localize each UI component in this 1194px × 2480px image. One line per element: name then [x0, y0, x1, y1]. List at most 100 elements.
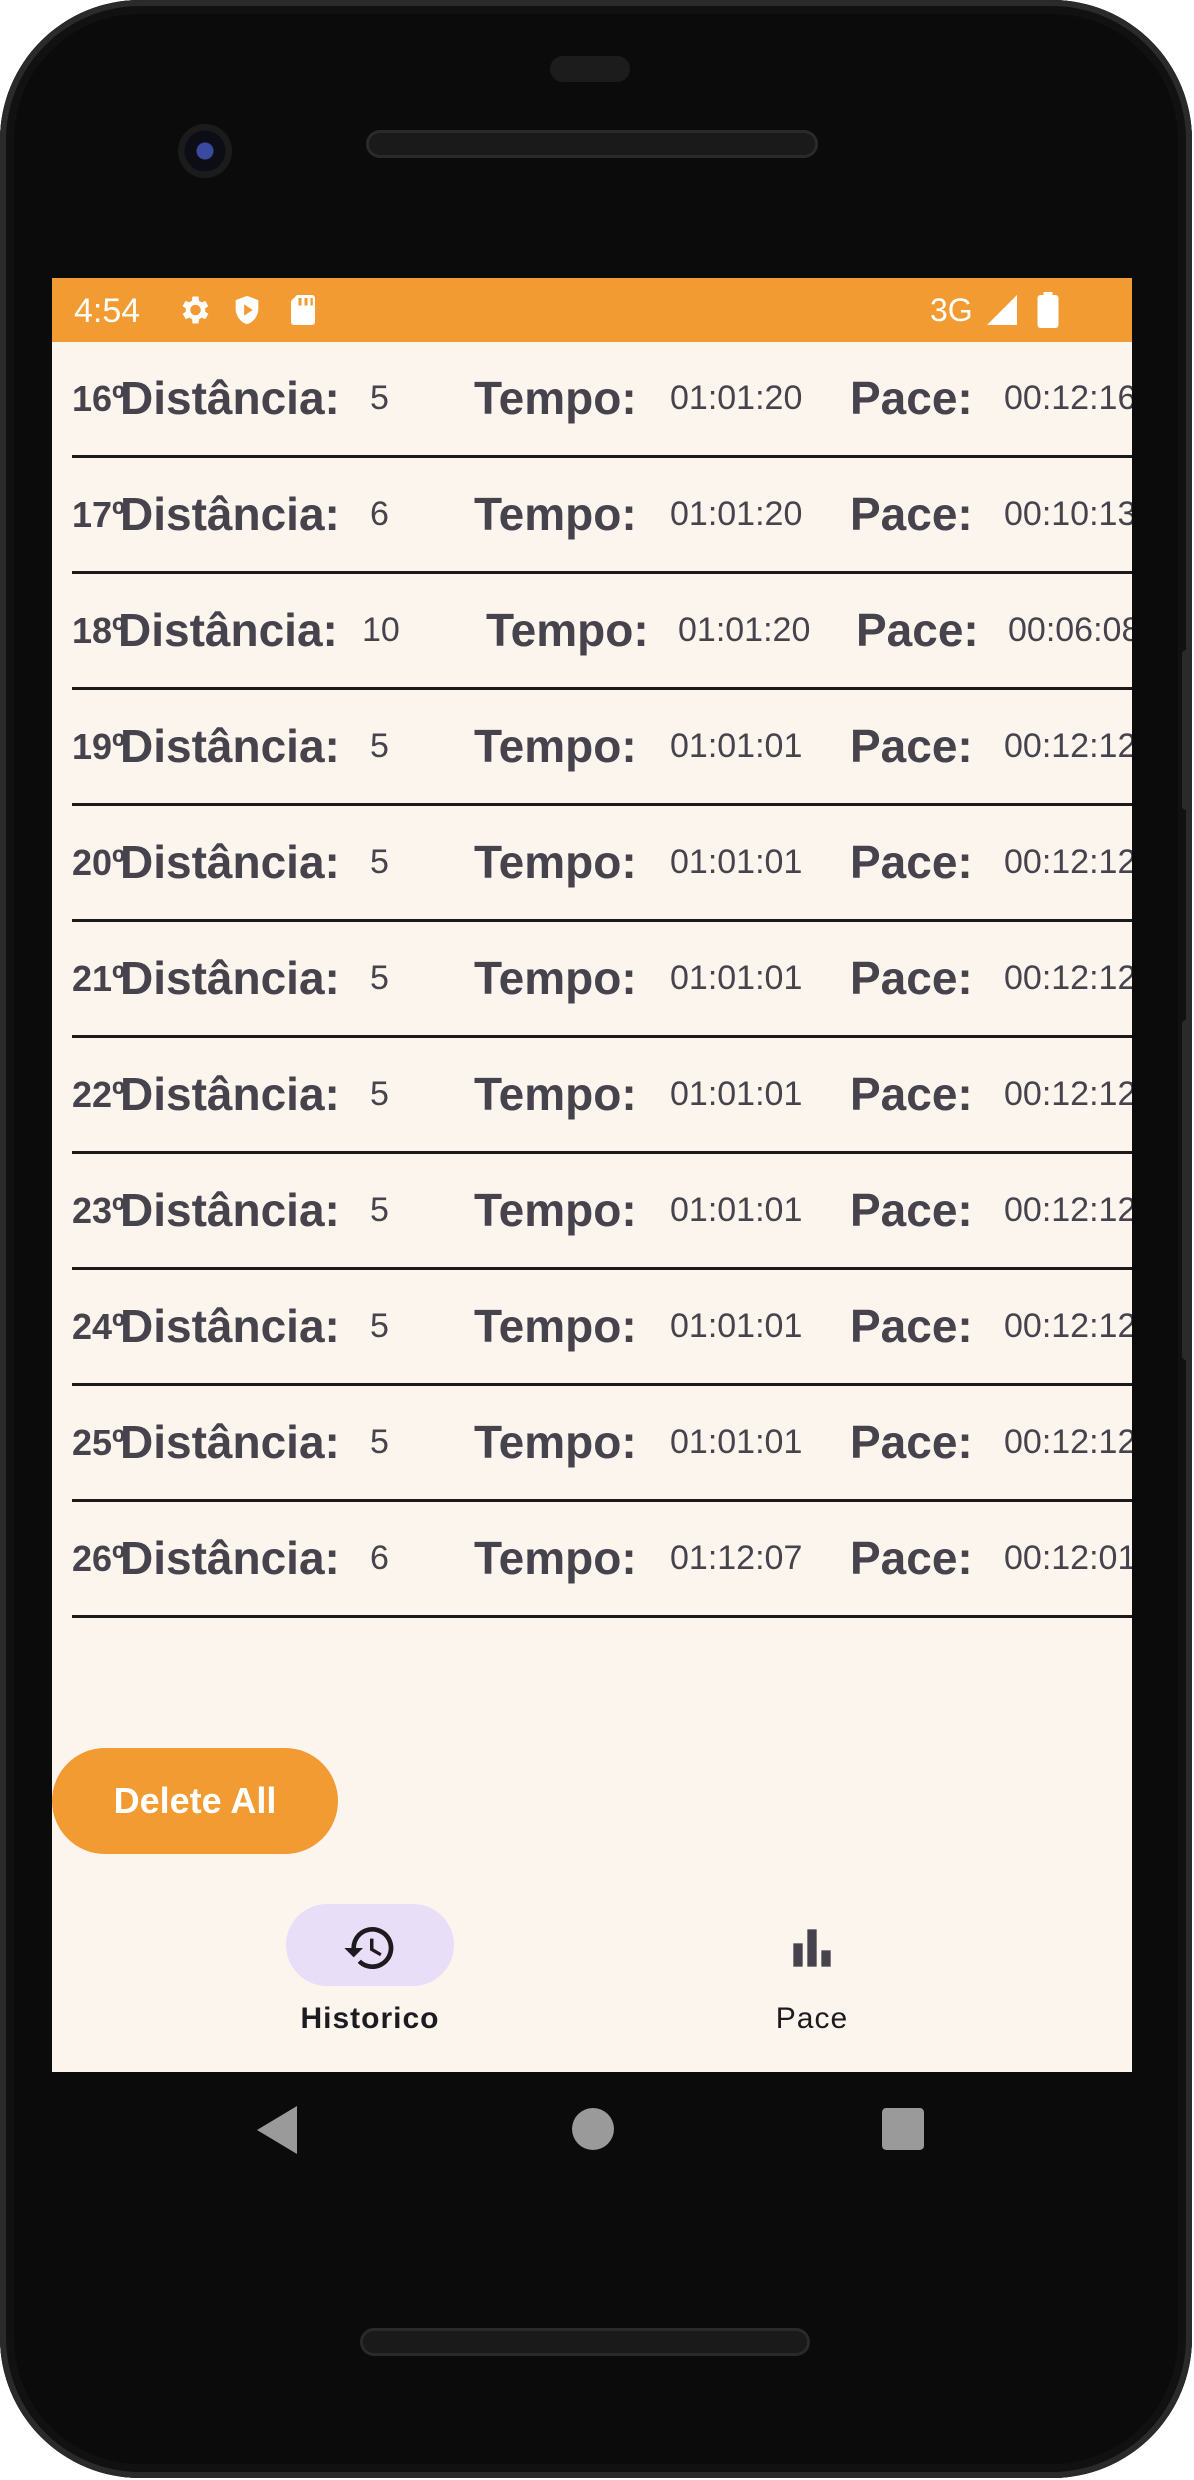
pace-value: 00:12:16	[1004, 379, 1132, 417]
distance-value: 6	[370, 1539, 389, 1577]
distance-label: Distância:	[120, 720, 340, 772]
entry-index: 20º	[72, 842, 126, 883]
list-item: 24º Distância: 5 Tempo: 01:01:01 Pace: 0…	[72, 1270, 1132, 1386]
time-value: 01:01:01	[670, 1307, 803, 1345]
time-value: 01:01:01	[670, 959, 803, 997]
entry-index: 17º	[72, 494, 126, 535]
pace-value: 00:12:12	[1004, 1307, 1132, 1345]
nav-label-historico: Historico	[300, 2002, 440, 2035]
distance-value: 5	[370, 959, 389, 997]
time-value: 01:01:20	[670, 495, 803, 533]
pace-value: 00:12:12	[1004, 1075, 1132, 1113]
time-value: 01:01:01	[670, 727, 803, 765]
nav-tab-historico[interactable]: Historico	[190, 1892, 550, 2042]
distance-label: Distância:	[120, 1416, 340, 1468]
time-label: Tempo:	[474, 952, 637, 1004]
delete-all-button[interactable]: Delete All	[52, 1748, 338, 1854]
time-label: Tempo:	[486, 604, 649, 656]
time-value: 01:01:01	[670, 1075, 803, 1113]
entry-index: 21º	[72, 958, 126, 999]
pace-label: Pace:	[850, 372, 973, 424]
bar-chart-icon	[793, 1929, 831, 1967]
distance-label: Distância:	[118, 604, 338, 656]
pace-label: Pace:	[850, 1416, 973, 1468]
app-screen: 4:54 3G 16º Distância: 5 Tempo: 01:01:20…	[52, 278, 1132, 2072]
time-value: 01:01:01	[670, 843, 803, 881]
distance-label: Distância:	[120, 1532, 340, 1584]
time-label: Tempo:	[474, 720, 637, 772]
list-item: 22º Distância: 5 Tempo: 01:01:01 Pace: 0…	[72, 1038, 1132, 1154]
pace-value: 00:12:12	[1004, 727, 1132, 765]
time-value: 01:01:01	[670, 1423, 803, 1461]
distance-value: 5	[370, 843, 389, 881]
pace-value: 00:12:12	[1004, 959, 1132, 997]
time-value: 01:01:20	[678, 611, 811, 649]
time-label: Tempo:	[474, 1416, 637, 1468]
battery-icon	[1037, 292, 1059, 328]
time-label: Tempo:	[474, 1184, 637, 1236]
pace-value: 00:10:13	[1004, 495, 1132, 533]
list-item: 25º Distância: 5 Tempo: 01:01:01 Pace: 0…	[72, 1386, 1132, 1502]
pace-label: Pace:	[850, 720, 973, 772]
distance-value: 6	[370, 495, 389, 533]
shield-play-icon	[235, 295, 259, 325]
proximity-sensor	[550, 56, 630, 82]
time-value: 01:01:01	[670, 1191, 803, 1229]
distance-value: 5	[370, 1423, 389, 1461]
distance-value: 5	[370, 379, 389, 417]
list-item: 17º Distância: 6 Tempo: 01:01:20 Pace: 0…	[72, 458, 1132, 574]
entry-index: 26º	[72, 1538, 126, 1579]
bottom-speaker	[360, 2328, 810, 2356]
distance-label: Distância:	[120, 372, 340, 424]
pace-label: Pace:	[850, 1532, 973, 1584]
recents-icon[interactable]	[882, 2108, 924, 2150]
time-label: Tempo:	[474, 1532, 637, 1584]
status-time: 4:54	[74, 292, 141, 330]
earpiece-speaker	[366, 130, 818, 158]
entry-index: 22º	[72, 1074, 126, 1115]
time-value: 01:01:20	[670, 379, 803, 417]
pace-value: 00:12:12	[1004, 843, 1132, 881]
sd-card-icon	[291, 295, 315, 325]
power-button	[1182, 650, 1192, 810]
entry-index: 25º	[72, 1422, 126, 1463]
pace-label: Pace:	[850, 1300, 973, 1352]
list-item: 20º Distância: 5 Tempo: 01:01:01 Pace: 0…	[72, 806, 1132, 922]
history-list: 16º Distância: 5 Tempo: 01:01:20 Pace: 0…	[52, 342, 1132, 1618]
nav-tab-pace[interactable]: Pace	[632, 1892, 992, 2042]
distance-label: Distância:	[120, 1300, 340, 1352]
list-item: 23º Distância: 5 Tempo: 01:01:01 Pace: 0…	[72, 1154, 1132, 1270]
pace-label: Pace:	[850, 1068, 973, 1120]
list-item: 16º Distância: 5 Tempo: 01:01:20 Pace: 0…	[72, 342, 1132, 458]
time-label: Tempo:	[474, 1068, 637, 1120]
time-label: Tempo:	[474, 836, 637, 888]
time-label: Tempo:	[474, 488, 637, 540]
nav-label-pace: Pace	[775, 2002, 849, 2035]
gear-icon	[182, 296, 209, 324]
pace-label: Pace:	[856, 604, 979, 656]
time-value: 01:12:07	[670, 1539, 803, 1577]
volume-button	[1182, 1020, 1192, 1360]
list-item: 18º Distância: 10 Tempo: 01:01:20 Pace: …	[72, 574, 1132, 690]
distance-label: Distância:	[120, 836, 340, 888]
network-type: 3G	[930, 292, 973, 328]
list-item: 19º Distância: 5 Tempo: 01:01:01 Pace: 0…	[72, 690, 1132, 806]
home-icon[interactable]	[572, 2108, 614, 2150]
distance-value: 5	[370, 1191, 389, 1229]
history-icon	[344, 1926, 394, 1969]
list-item: 21º Distância: 5 Tempo: 01:01:01 Pace: 0…	[72, 922, 1132, 1038]
system-navigation-bar	[0, 2072, 1194, 2202]
pace-value: 00:12:01	[1004, 1539, 1132, 1577]
distance-value: 5	[370, 727, 389, 765]
pace-value: 00:12:12	[1004, 1191, 1132, 1229]
status-bar: 4:54 3G	[52, 278, 1132, 342]
distance-value: 5	[370, 1307, 389, 1345]
entry-index: 24º	[72, 1306, 126, 1347]
distance-label: Distância:	[120, 488, 340, 540]
back-icon[interactable]	[256, 2106, 298, 2154]
pace-value: 00:06:08	[1008, 611, 1132, 649]
entry-index: 19º	[72, 726, 126, 767]
pace-value: 00:12:12	[1004, 1423, 1132, 1461]
entry-index: 16º	[72, 378, 126, 419]
time-label: Tempo:	[474, 1300, 637, 1352]
